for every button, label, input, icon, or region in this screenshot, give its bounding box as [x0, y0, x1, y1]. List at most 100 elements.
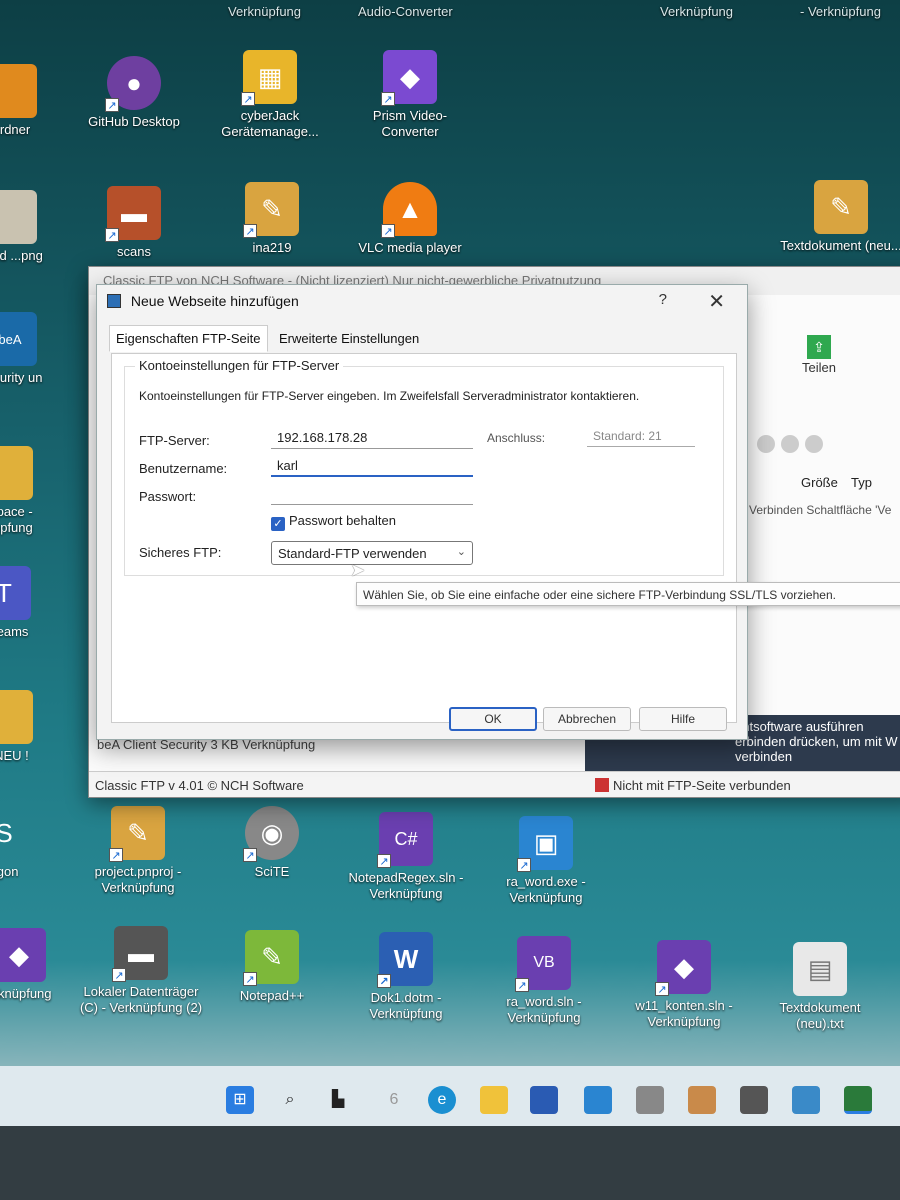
desktop-icon-w11-konten[interactable]: ◆ ↗ w11_konten.sln - Verknüpfung	[624, 940, 744, 1030]
box-icon: ▬ ↗	[105, 186, 161, 242]
app-folder-icon[interactable]	[688, 1086, 716, 1114]
password-input[interactable]	[271, 483, 473, 505]
username-label: Benutzername:	[139, 461, 228, 476]
desktop-icon-folder[interactable]: Ordner	[0, 64, 70, 138]
help-icon[interactable]: ?	[659, 291, 667, 308]
dragon-icon: S	[0, 817, 13, 848]
group-description: Kontoeinstellungen für FTP-Server eingeb…	[139, 389, 640, 403]
checkmark-icon[interactable]: ✓	[271, 517, 285, 531]
desktop-icon-neu[interactable]: e NEU !	[0, 690, 56, 764]
scite-icon: ◉ ↗	[243, 806, 299, 862]
folder-icon	[0, 446, 33, 500]
tab-advanced-settings[interactable]: Erweiterte Einstellungen	[272, 325, 426, 352]
ftp-app-icon[interactable]	[844, 1086, 872, 1114]
desktop-top-label: - Verknüpfung	[800, 4, 881, 19]
vs-solution-icon: ◆	[0, 928, 46, 982]
port-label: Anschluss:	[487, 431, 546, 445]
desktop-icon-ra-word-sln[interactable]: VB ↗ ra_word.sln - Verknüpfung	[484, 936, 604, 1026]
prism-icon: ◆ ↗	[381, 50, 437, 106]
image-file-icon	[0, 190, 37, 244]
app-gray-icon[interactable]	[636, 1086, 664, 1114]
password-label: Passwort:	[139, 489, 197, 504]
desktop-icon-local-disk[interactable]: ▬ ↗ Lokaler Datenträger (C) - Verknüpfung…	[76, 926, 206, 1016]
tab-panel: Kontoeinstellungen für FTP-Server Kontoe…	[111, 353, 737, 723]
folder-up-icon[interactable]	[805, 435, 823, 453]
remember-password-checkbox[interactable]: ✓ Passwort behalten	[271, 513, 396, 531]
desktop-icon-prism[interactable]: ◆ ↗ Prism Video-Converter	[350, 50, 470, 140]
close-icon[interactable]: ✕	[708, 289, 725, 314]
vs-solution-icon: ◆ ↗	[655, 940, 711, 996]
group-title: Kontoeinstellungen für FTP-Server	[135, 358, 344, 373]
cancel-button[interactable]: Abbrechen	[543, 707, 631, 731]
edge-icon[interactable]: e	[428, 1086, 456, 1114]
desktop-icon-dragon[interactable]: S agon	[0, 806, 54, 880]
desktop-icon-image[interactable]: - Bild ...png	[0, 190, 70, 264]
desktop-icon-dok1[interactable]: W ↗ Dok1.dotm - Verknüpfung	[346, 932, 466, 1022]
column-header-type[interactable]: Typ	[851, 475, 872, 490]
secure-ftp-label: Sicheres FTP:	[139, 545, 222, 560]
file-explorer-icon[interactable]	[480, 1086, 508, 1114]
github-icon: ● ↗	[105, 56, 161, 112]
chip-icon: ▦ ↗	[241, 50, 297, 106]
disconnected-icon	[595, 778, 609, 792]
desktop-icon-teams[interactable]: T ft Teams	[0, 566, 54, 640]
store-icon[interactable]	[530, 1086, 558, 1114]
secure-ftp-select[interactable]: Standard-FTP verwenden ⌄	[271, 541, 473, 565]
desktop-icon-textdokument-txt[interactable]: ▤ Textdokument (neu).txt	[760, 942, 880, 1032]
secure-ftp-tooltip: Wählen Sie, ob Sie eine einfache oder ei…	[356, 582, 900, 606]
desktop-icon-notepadregex[interactable]: C# ↗ NotepadRegex.sln - Verknüpfung	[346, 812, 466, 902]
forward-icon[interactable]	[781, 435, 799, 453]
dialog-title: Neue Webseite hinzufügen	[130, 293, 299, 309]
username-input[interactable]	[271, 455, 473, 477]
desktop-icon-bea[interactable]: beA Security un	[0, 312, 60, 386]
desktop-icon-scans[interactable]: ▬ ↗ scans	[74, 186, 194, 260]
windows-start-icon[interactable]: ⊞	[226, 1086, 254, 1114]
word-icon: W ↗	[377, 932, 433, 988]
folder-icon	[0, 690, 33, 744]
ftp-server-input[interactable]	[271, 427, 473, 449]
folder-icon	[0, 64, 37, 118]
desktop-icon-scite[interactable]: ◉ ↗ SciTE	[212, 806, 332, 880]
dialog-tabs: Eigenschaften FTP-Seite Erweiterte Einst…	[109, 325, 426, 353]
teams-icon: T	[0, 566, 31, 620]
desktop-icon-github-desktop[interactable]: ● ↗ GitHub Desktop	[74, 56, 194, 130]
help-button[interactable]: Hilfe	[639, 707, 727, 731]
dialog-titlebar[interactable]: Neue Webseite hinzufügen ? ✕	[97, 285, 747, 317]
drive-icon: ▬ ↗	[112, 926, 168, 982]
app-blue-icon[interactable]	[584, 1086, 612, 1114]
window-app-icon: ▣ ↗	[517, 816, 573, 872]
remote-desktop-icon[interactable]	[792, 1086, 820, 1114]
search-icon[interactable]: ⌕	[276, 1086, 304, 1114]
desktop-icon-verknuepfung[interactable]: ◆ erknüpfung	[0, 928, 74, 1002]
version-text: Classic FTP v 4.01 © NCH Software	[95, 778, 304, 793]
ok-button[interactable]: OK	[449, 707, 537, 731]
nav-buttons	[757, 435, 829, 458]
taskbar: ⊞ ⌕ ▙ 6 e	[0, 1066, 900, 1126]
desktop-icon-project-pnproj[interactable]: ✎ ↗ project.pnproj - Verknüpfung	[78, 806, 198, 896]
vlc-cone-icon: ▲ ↗	[381, 182, 437, 238]
desktop-icon-cyberjack[interactable]: ▦ ↗ cyberJack Gerätemanage...	[210, 50, 330, 140]
tab-ftp-site-properties[interactable]: Eigenschaften FTP-Seite	[109, 325, 268, 352]
share-button[interactable]: ⇪ Teilen	[789, 335, 849, 377]
desktop-icon-ra-word-exe[interactable]: ▣ ↗ ra_word.exe - Verknüpfung	[486, 816, 606, 906]
desktop-icon-notepadpp[interactable]: ✎ ↗ Notepad++	[212, 930, 332, 1004]
ftp-server-label: FTP-Server:	[139, 433, 210, 448]
notepad-pencil-icon: ✎ ↗	[109, 806, 165, 862]
back-icon[interactable]	[757, 435, 775, 453]
connect-hint: Verbinden Schaltfläche 'Ve	[749, 503, 892, 517]
desktop-icon-textdokument[interactable]: ✎ Textdokument (neu...	[776, 180, 900, 254]
text-file-icon: ▤	[793, 942, 847, 996]
column-header-size[interactable]: Größe	[801, 475, 838, 490]
status-bar: Classic FTP v 4.01 © NCH Software Nicht …	[89, 771, 900, 797]
add-website-dialog[interactable]: Neue Webseite hinzufügen ? ✕ Eigenschaft…	[96, 284, 748, 740]
task-view-icon[interactable]: ▙	[324, 1086, 352, 1114]
desktop-icon-ina219[interactable]: ✎ ↗ ina219	[212, 182, 332, 256]
desktop-icon-workspace[interactable]: rkspace - knüpfung	[0, 446, 56, 536]
port-input[interactable]: Standard: 21	[587, 425, 695, 447]
notepad-pencil-icon: ✎	[814, 180, 868, 234]
printer-icon[interactable]	[740, 1086, 768, 1114]
desktop-icon-vlc[interactable]: ▲ ↗ VLC media player	[350, 182, 470, 256]
account-settings-group: Kontoeinstellungen für FTP-Server Kontoe…	[124, 358, 724, 576]
app-6-icon[interactable]: 6	[380, 1086, 408, 1114]
notepadpp-icon: ✎ ↗	[243, 930, 299, 986]
